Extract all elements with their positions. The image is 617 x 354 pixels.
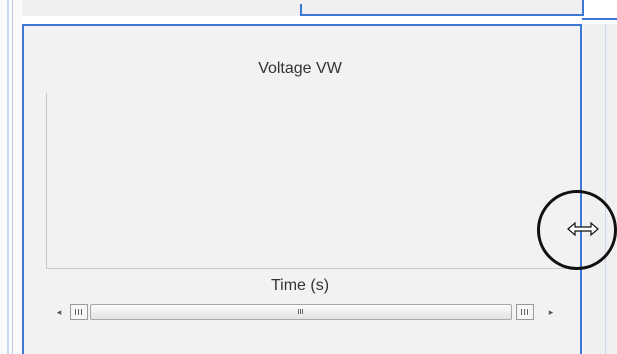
left-edge xyxy=(0,0,22,354)
plot-title: Voltage VW xyxy=(258,60,342,77)
grip-line xyxy=(300,309,301,314)
x-axis-line xyxy=(46,268,582,269)
grip-line xyxy=(81,309,82,315)
grip-line xyxy=(78,309,79,315)
grip-line xyxy=(298,309,299,314)
top-line xyxy=(302,14,582,16)
right-area-line xyxy=(605,24,606,354)
grip-line xyxy=(521,309,522,315)
grip-line xyxy=(75,309,76,315)
left-edge-line-secondary xyxy=(12,0,13,354)
y-axis-line xyxy=(46,93,47,268)
scrollbar-track[interactable] xyxy=(90,304,512,320)
grip-line xyxy=(302,309,303,314)
scrollbar-left-handle[interactable] xyxy=(70,304,88,320)
horizontal-resize-icon xyxy=(567,221,599,237)
scrollbar-right-handle[interactable] xyxy=(516,304,534,320)
x-axis-label: Time (s) xyxy=(270,277,330,294)
grip-line xyxy=(524,309,525,315)
grip-line xyxy=(527,309,528,315)
top-line-right xyxy=(582,18,617,20)
time-scrollbar[interactable]: ◂ ▸ xyxy=(50,302,560,322)
right-arrow-icon[interactable]: ▸ xyxy=(544,304,558,320)
left-arrow-icon[interactable]: ◂ xyxy=(52,304,66,320)
right-area xyxy=(584,24,617,354)
left-edge-line xyxy=(7,0,9,354)
